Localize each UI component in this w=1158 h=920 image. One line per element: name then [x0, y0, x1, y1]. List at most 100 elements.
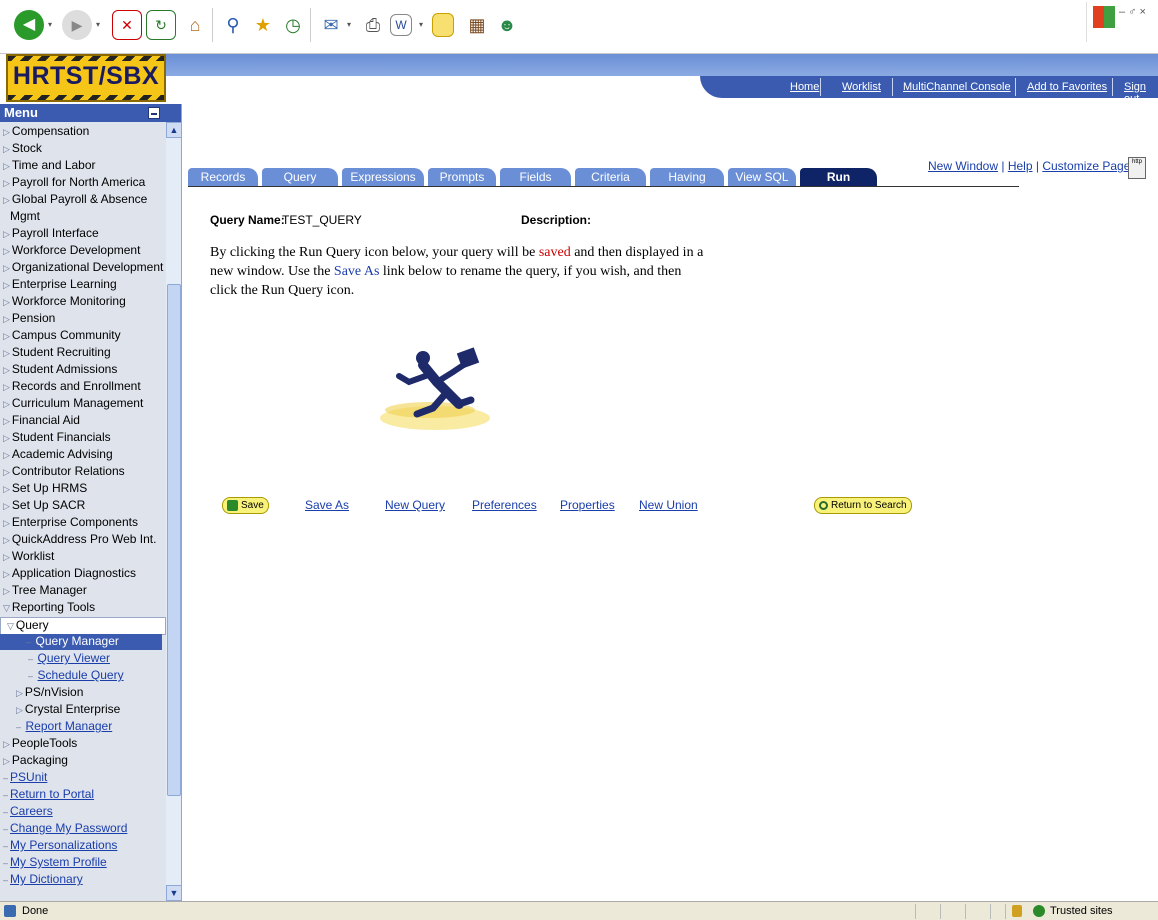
scroll-thumb[interactable] [167, 284, 181, 796]
menu-item[interactable]: ▷ Student Recruiting [3, 345, 111, 361]
tab-expressions[interactable]: Expressions [342, 168, 424, 186]
menu-item[interactable]: – Change My Password [3, 821, 127, 837]
menu-item[interactable]: – PSUnit [3, 770, 47, 786]
menu-item[interactable]: ▷ Enterprise Components [3, 515, 138, 531]
menu-item[interactable]: ▷ Stock [3, 141, 42, 157]
menu-item[interactable]: ▷ Time and Labor [3, 158, 96, 174]
menu-item[interactable]: ▷ Student Admissions [3, 362, 117, 378]
menu-collapse-icon[interactable] [148, 107, 160, 119]
menu-item[interactable]: ▷ Worklist [3, 549, 54, 565]
header-link-home[interactable]: Home [790, 81, 819, 93]
save-button[interactable]: Save [222, 497, 269, 514]
menu-item[interactable]: – Query Viewer [28, 651, 110, 667]
tab-records[interactable]: Records [188, 168, 258, 186]
menu-item[interactable]: ▷ Set Up SACR [3, 498, 85, 514]
tab-criteria[interactable]: Criteria [575, 168, 646, 186]
history-icon[interactable]: ◷ [278, 10, 308, 40]
header-link-worklist[interactable]: Worklist [842, 81, 881, 93]
menu-item[interactable]: ▷ Campus Community [3, 328, 121, 344]
mail-dropdown-icon[interactable]: ▾ [344, 10, 354, 40]
forward-icon[interactable]: ▶ [62, 10, 92, 40]
return-to-search-button[interactable]: Return to Search [814, 497, 912, 514]
menu-item[interactable]: ▷ Payroll Interface [3, 226, 99, 242]
word-icon[interactable]: W [390, 14, 412, 36]
menu-item[interactable]: ▷ Contributor Relations [3, 464, 125, 480]
print-icon[interactable]: ⎙ [358, 10, 388, 40]
home-icon[interactable]: ⌂ [180, 10, 210, 40]
scroll-down-icon[interactable]: ▼ [166, 885, 181, 901]
new-window-link[interactable]: New Window [928, 159, 998, 173]
menu-item[interactable]: ▷ Workforce Monitoring [3, 294, 126, 310]
notes-icon[interactable] [432, 13, 454, 37]
menu-item[interactable]: ▷ Records and Enrollment [3, 379, 141, 395]
forward-dropdown-icon[interactable]: ▾ [92, 10, 104, 40]
menu-item[interactable]: – My Personalizations [3, 838, 117, 854]
header-link-add-to-favorites[interactable]: Add to Favorites [1027, 81, 1107, 93]
menu-item[interactable]: – My System Profile [3, 855, 107, 871]
menu-item[interactable]: ▷ Academic Advising [3, 447, 113, 463]
menu-item[interactable]: ▷ Financial Aid [3, 413, 80, 429]
menu-item[interactable]: ▷ Pension [3, 311, 55, 327]
back-dropdown-icon[interactable]: ▾ [44, 10, 56, 40]
menu-item[interactable]: ▷ Organizational Development [3, 260, 163, 276]
properties-link[interactable]: Properties [560, 498, 615, 512]
customize-page-link[interactable]: Customize Page [1042, 159, 1130, 173]
stop-icon[interactable]: ✕ [112, 10, 142, 40]
menu-item[interactable]: ▷ Crystal Enterprise [16, 702, 120, 718]
expand-icon: ▷ [3, 518, 10, 528]
mail-icon[interactable]: ✉ [316, 10, 346, 40]
help-link[interactable]: Help [1008, 159, 1033, 173]
menu-item[interactable]: ▷ PS/nVision [16, 685, 83, 701]
menu-item[interactable]: ▷ Compensation [3, 124, 89, 140]
menu-item[interactable]: ▽ Query [0, 617, 166, 635]
tab-query[interactable]: Query [262, 168, 338, 186]
header-link-sign-out[interactable]: Sign out [1124, 81, 1158, 105]
back-icon[interactable]: ◀ [14, 10, 44, 40]
menu-item[interactable]: – Return to Portal [3, 787, 94, 803]
menu-item[interactable]: ▷ Workforce Development [3, 243, 140, 259]
scroll-up-icon[interactable]: ▲ [166, 122, 181, 138]
run-query-icon[interactable] [375, 330, 505, 440]
tab-run[interactable]: Run [800, 168, 877, 186]
menu-item[interactable]: ▷ QuickAddress Pro Web Int. [3, 532, 156, 548]
menu-item[interactable]: – Schedule Query [28, 668, 124, 684]
menu-item[interactable]: ▷ Tree Manager [3, 583, 87, 599]
menu-item[interactable]: ▷ Set Up HRMS [3, 481, 87, 497]
header-link-multichannel-console[interactable]: MultiChannel Console [903, 81, 1011, 93]
menu-item[interactable]: ▷ Application Diagnostics [3, 566, 136, 582]
menu-item[interactable]: ▷ Global Payroll & Absence [3, 192, 147, 208]
new-union-link[interactable]: New Union [639, 498, 698, 512]
left-menu: Menu ▷ Compensation ▷ Stock ▷ Time and Labor ▷… [0, 104, 182, 901]
window-controls-glyphs[interactable]: – ♂ × [1119, 6, 1146, 18]
expand-icon: ▷ [3, 433, 10, 443]
menu-item[interactable]: – My Dictionary [3, 872, 83, 888]
menu-item[interactable]: ▽ Reporting Tools [3, 600, 95, 616]
refresh-icon[interactable]: ↻ [146, 10, 176, 40]
research-icon[interactable]: ▦ [462, 10, 492, 40]
preferences-link[interactable]: Preferences [472, 498, 537, 512]
word-dropdown-icon[interactable]: ▾ [416, 10, 426, 40]
menu-item[interactable]: – Careers [3, 804, 53, 820]
menu-scrollbar[interactable]: ▲ ▼ [166, 122, 181, 901]
menu-item[interactable]: ▷ Curriculum Management [3, 396, 143, 412]
tab-prompts[interactable]: Prompts [428, 168, 496, 186]
tab-fields[interactable]: Fields [500, 168, 571, 186]
menu-item[interactable]: Mgmt [8, 209, 40, 225]
expand-icon: ▷ [3, 739, 10, 749]
messenger-icon[interactable]: ☻ [492, 10, 522, 40]
menu-item[interactable]: ▷ Packaging [3, 753, 68, 769]
menu-item[interactable]: – Report Manager [16, 719, 112, 735]
windows-logo-icon [1093, 6, 1115, 28]
menu-item[interactable]: ▷ Payroll for North America [3, 175, 145, 191]
menu-item[interactable]: ▷ PeopleTools [3, 736, 77, 752]
search-icon[interactable]: ⚲ [218, 10, 248, 40]
http-icon[interactable]: http [1128, 157, 1146, 179]
tab-having[interactable]: Having [650, 168, 724, 186]
menu-item[interactable]: – Query Manager [0, 634, 162, 650]
save-as-link[interactable]: Save As [305, 498, 349, 512]
menu-item[interactable]: ▷ Student Financials [3, 430, 111, 446]
menu-item[interactable]: ▷ Enterprise Learning [3, 277, 117, 293]
favorites-icon[interactable]: ★ [248, 10, 278, 40]
new-query-link[interactable]: New Query [385, 498, 445, 512]
tab-view-sql[interactable]: View SQL [728, 168, 796, 186]
